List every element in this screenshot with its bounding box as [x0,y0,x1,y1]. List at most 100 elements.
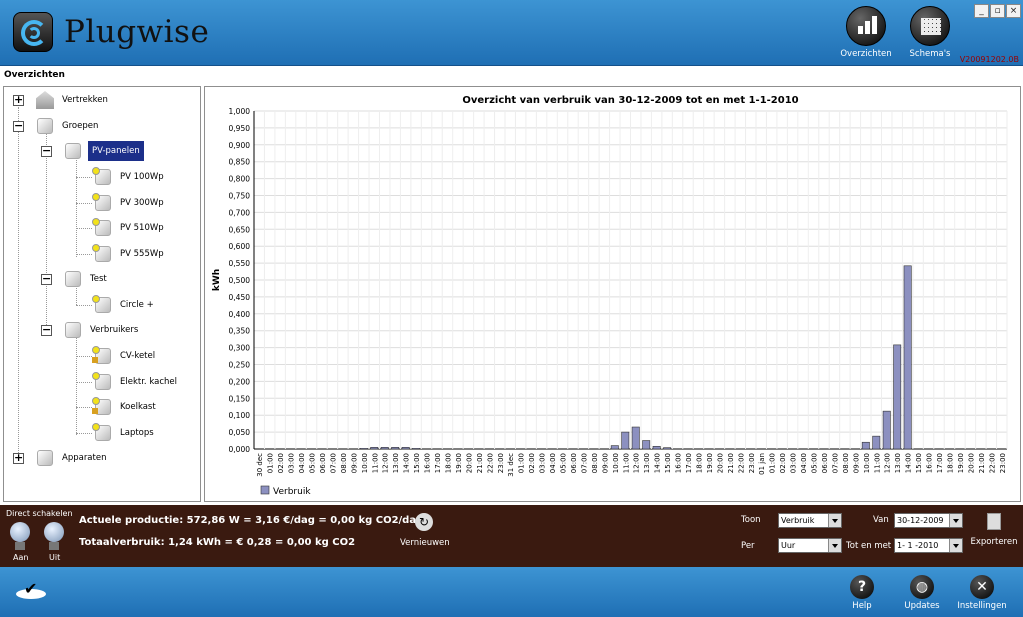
y-tick-label: 0,100 [229,411,251,420]
chart-title: Overzicht van verbruik van 30-12-2009 to… [462,95,798,106]
x-tick-label: 20:00 [967,453,975,473]
close-button[interactable]: × [1006,4,1021,18]
x-tick-label: 08:00 [591,453,599,473]
x-tick-label: 07:00 [580,453,588,473]
tools-icon: ✕ [970,575,994,599]
aan-label: Aan [13,553,29,562]
plug-group-icon [62,269,84,289]
schemas-label: Schema's [909,49,951,59]
x-tick-label: 23:00 [497,453,505,473]
y-tick-label: 0,550 [229,259,251,268]
tree-item-groepen[interactable]: Groepen [34,117,100,135]
toon-select[interactable]: Verbruik [778,513,842,528]
x-tick-label: 18:00 [946,453,954,473]
y-tick-label: 0,650 [229,225,251,234]
minimize-button[interactable]: _ [974,4,989,18]
plug-group-icon [62,320,84,340]
tree-item-koelkast[interactable]: Koelkast [92,397,158,417]
switch-on-button[interactable] [10,522,30,550]
version-label: V20091202.0B [959,55,1019,64]
schemas-button[interactable]: Schema's [903,6,957,59]
section-title: Overzichten [4,70,65,80]
expand-apparaten-button[interactable]: + [13,452,24,464]
tree-item-pv-300wp[interactable]: PV 300Wp [92,193,166,212]
tree-item-cv-ketel[interactable]: CV-ketel [92,346,157,365]
x-tick-label: 01:00 [267,453,275,473]
x-tick-label: 12:00 [884,453,892,473]
collapse-test-button[interactable]: − [41,273,52,285]
tree-item-pv-510wp[interactable]: PV 510Wp [92,218,166,237]
tree-item-pv-100wp[interactable]: PV 100Wp [92,167,166,186]
collapse-verbruikers-button[interactable]: − [41,324,52,336]
circle-plug-icon [92,244,114,264]
vernieuwen-button[interactable]: ↻ Vernieuwen [400,513,450,548]
x-tick-label: 20:00 [716,453,724,473]
exporteren-button[interactable]: Exporteren [969,513,1019,547]
x-tick-label: 15:00 [664,453,672,473]
x-tick-label: 30 dec [256,453,264,477]
updates-button[interactable]: ◍ Updates [897,575,947,611]
plug-group-icon [62,141,84,161]
x-tick-label: 18:00 [444,453,452,473]
x-tick-label: 12:00 [633,453,641,473]
x-tick-label: 19:00 [455,453,463,473]
tree-item-laptops[interactable]: Laptops [92,423,156,443]
x-tick-label: 22:00 [737,453,745,473]
toon-label: Toon [741,515,761,525]
bar [903,265,912,450]
chevron-down-icon [828,514,841,527]
tree-item-apparaten[interactable]: Apparaten [34,449,108,467]
circle-plug-icon [92,423,114,443]
x-tick-label: 17:00 [434,453,442,473]
tree-item-vertrekken[interactable]: Vertrekken [34,91,110,109]
collapse-groepen-button[interactable]: − [13,120,24,132]
overzichten-button[interactable]: Overzichten [839,6,893,59]
x-tick-label: 23:00 [999,453,1007,473]
chevron-down-icon [949,514,962,527]
y-tick-label: 0,600 [229,242,251,251]
bar [370,447,379,450]
plugwise-logo-icon [13,12,53,52]
overzichten-label: Overzichten [840,49,892,59]
x-tick-label: 03:00 [790,453,798,473]
tree-item-pv-panelen[interactable]: PV-panelen [62,141,144,161]
bar [861,441,870,450]
bar [380,447,389,450]
x-tick-label: 16:00 [424,453,432,473]
plug-group-icon [34,448,56,468]
tot-date-picker[interactable]: 1- 1 -2010 [894,538,963,553]
van-date-picker[interactable]: 30-12-2009 [894,513,963,528]
tree-item-verbruikers[interactable]: Verbruikers [62,321,140,339]
x-tick-label: 10:00 [612,453,620,473]
direct-schakelen-label: Direct schakelen [6,509,73,518]
bar [401,447,410,450]
y-tick-label: 0,900 [229,141,251,150]
expand-vertrekken-button[interactable]: + [13,94,24,106]
legend-swatch [260,485,270,495]
tree-item-circle-plus[interactable]: Circle + [92,295,156,314]
x-tick-label: 18:00 [695,453,703,473]
tree-item-elektr-kachel[interactable]: Elektr. kachel [92,372,179,391]
x-tick-label: 20:00 [465,453,473,473]
bar [642,440,651,450]
y-tick-label: 0,150 [229,394,251,403]
van-label: Van [873,515,889,525]
x-tick-label: 07:00 [329,453,337,473]
plug-group-icon [34,116,56,136]
instellingen-button[interactable]: ✕ Instellingen [957,575,1007,611]
x-tick-label: 09:00 [350,453,358,473]
restore-button[interactable]: ▫ [990,4,1005,18]
help-button[interactable]: ? Help [837,575,887,611]
app-title: Plugwise [64,14,210,50]
y-tick-label: 0,050 [229,428,251,437]
x-tick-label: 14:00 [905,453,913,473]
collapse-pv-panelen-button[interactable]: − [41,145,52,157]
x-tick-label: 06:00 [319,453,327,473]
locked-plug-icon [92,397,114,417]
switch-off-button[interactable] [44,522,64,550]
x-tick-label: 06:00 [570,453,578,473]
per-select[interactable]: Uur [778,538,842,553]
tree-item-pv-555wp[interactable]: PV 555Wp [92,244,166,264]
tree-item-test[interactable]: Test [62,270,109,288]
x-tick-label: 31 dec [507,453,515,477]
